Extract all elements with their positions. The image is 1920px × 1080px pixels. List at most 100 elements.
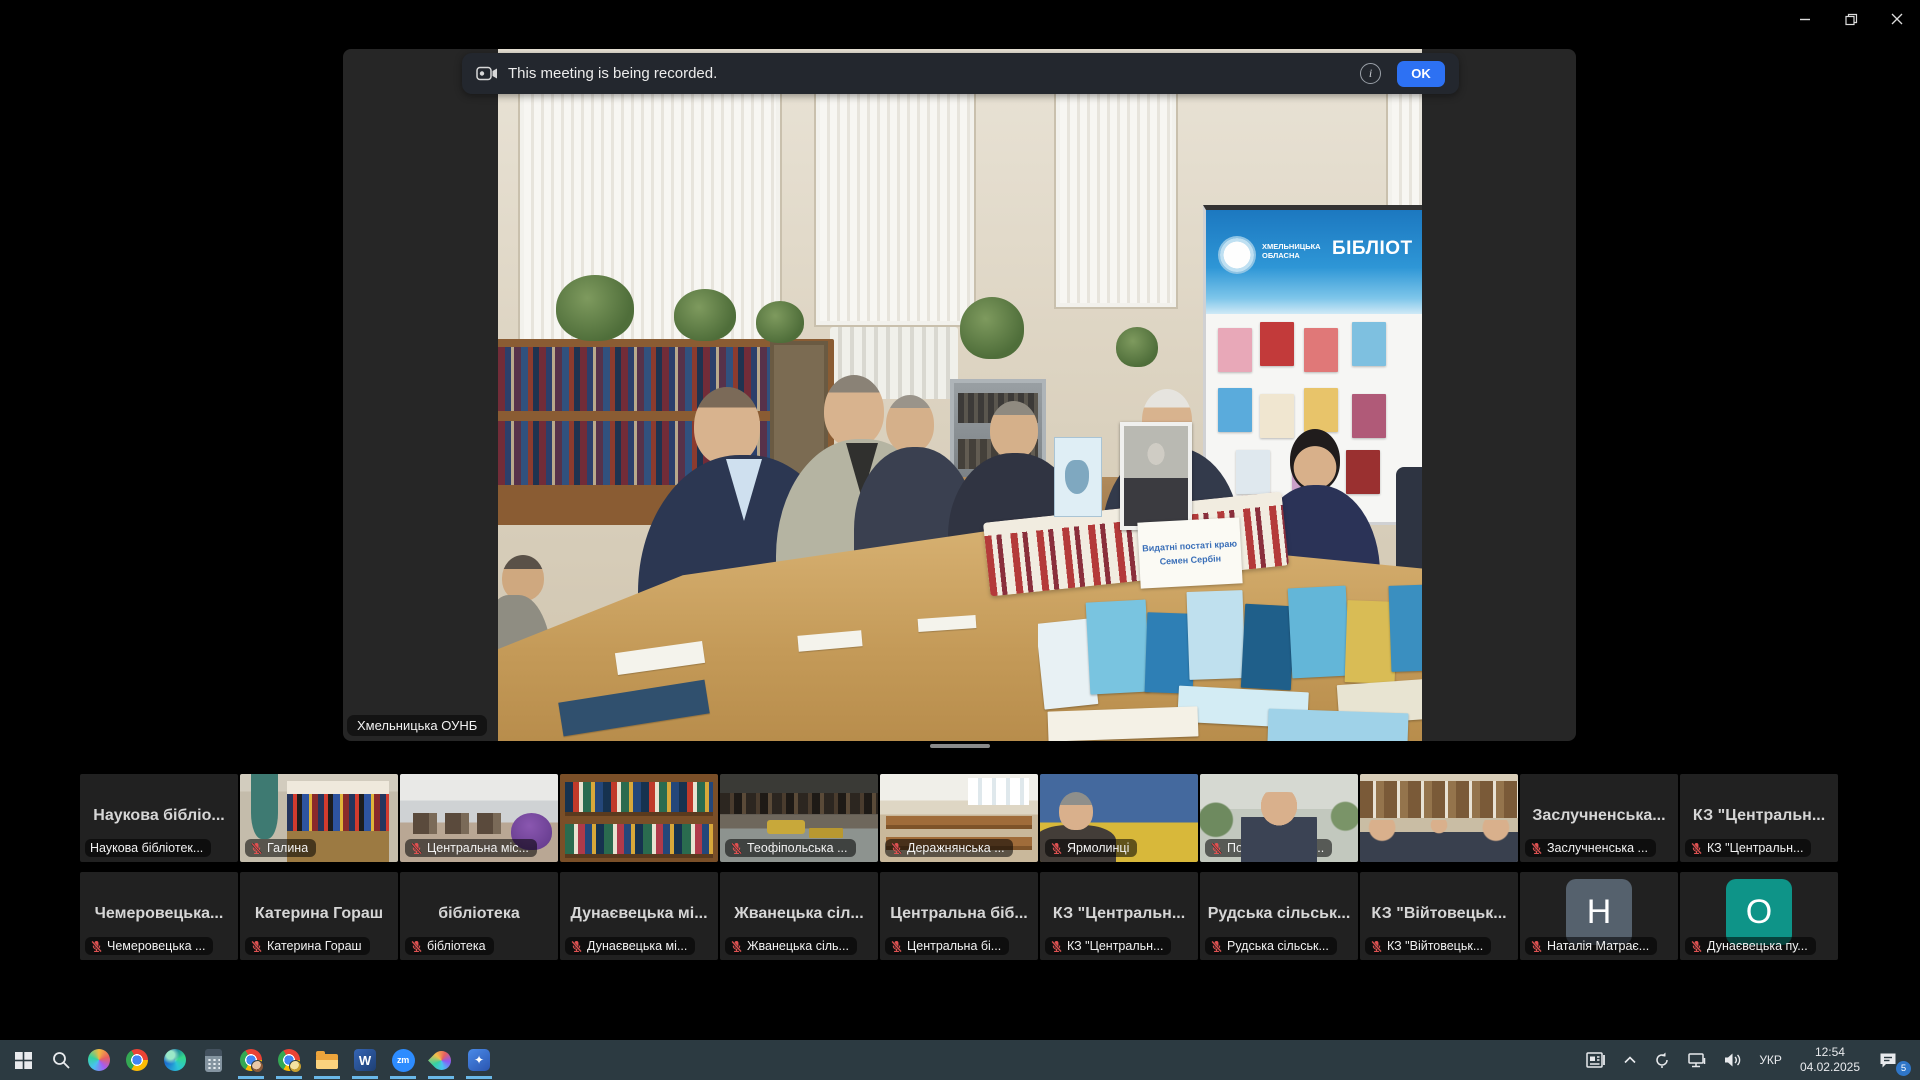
tray-chevron-up-icon[interactable] (1616, 1040, 1644, 1080)
muted-mic-icon (1530, 842, 1543, 855)
participant-name: Катерина Гораш (267, 939, 362, 953)
info-icon[interactable]: i (1360, 63, 1381, 84)
participant-name-large: бібліотека (400, 905, 558, 923)
participant-tile[interactable]: Чемеровецька...Чемеровецька ... (80, 872, 238, 960)
participant-tile[interactable]: Дунаєвецька мі...Дунаєвецька мі... (560, 872, 718, 960)
muted-mic-icon (1210, 842, 1223, 855)
restore-button[interactable] (1828, 0, 1874, 38)
avatar: О (1726, 879, 1792, 945)
participant-tile[interactable]: Заслучненська...Заслучненська ... (1520, 774, 1678, 862)
action-center-icon[interactable]: 5 (1871, 1040, 1912, 1080)
participant-name: Центральна бі... (907, 939, 1001, 953)
book-display (1038, 561, 1422, 741)
participant-tile[interactable]: Центральна міс... (400, 774, 558, 862)
participant-tile[interactable]: Галина (240, 774, 398, 862)
muted-mic-icon (410, 842, 423, 855)
participant-name: Дунаєвецька мі... (587, 939, 687, 953)
taskbar-chrome-profile-1-icon[interactable] (232, 1040, 270, 1080)
participant-name: Наталія Матрає... (1547, 939, 1649, 953)
system-tray: УКР 12:54 04.02.2025 5 (1578, 1040, 1920, 1080)
taskbar-start-icon[interactable] (4, 1040, 42, 1080)
taskbar-icons: Wzm ✦ (0, 1040, 498, 1080)
language-indicator[interactable]: УКР (1752, 1040, 1789, 1080)
muted-mic-icon (570, 842, 583, 855)
participant-name-label: КЗ "Центральн... (1045, 937, 1171, 955)
plant (674, 289, 736, 341)
clock[interactable]: 12:54 04.02.2025 (1791, 1040, 1869, 1080)
participant-tile[interactable]: Летичівська пу... (560, 774, 718, 862)
muted-mic-icon (1370, 940, 1383, 953)
plant (960, 297, 1024, 359)
taskbar-word-icon[interactable]: W (346, 1040, 384, 1080)
close-button[interactable] (1874, 0, 1920, 38)
participant-tile[interactable]: Деражнянська ... (880, 774, 1038, 862)
taskbar-file-explorer-icon[interactable] (308, 1040, 346, 1080)
participant-name: КЗ"Білогірська ... (1387, 841, 1485, 855)
taskbar-copilot-icon[interactable] (80, 1040, 118, 1080)
news-widget-icon[interactable] (1578, 1040, 1614, 1080)
participant-tile[interactable]: КЗ"Білогірська ... (1360, 774, 1518, 862)
participant-tile[interactable]: Наукова бібліо...Наукова бібліотек... (80, 774, 238, 862)
participant-name-label: КЗ "Війтовецьк... (1365, 937, 1491, 955)
sign-line1: Видатні постаті краю (1142, 539, 1237, 554)
participant-gallery-row-1: Наукова бібліо...Наукова бібліотек...Гал… (80, 774, 1838, 862)
minimize-button[interactable] (1782, 0, 1828, 38)
speaker-view-panel: ХМЕЛЬНИЦЬКА ОБЛАСНА БІБЛІОТ (343, 49, 1576, 741)
poster-organization: ХМЕЛЬНИЦЬКА ОБЛАСНА (1262, 242, 1328, 260)
plant (1116, 327, 1158, 367)
participant-tile[interactable]: КЗ "Війтовецьк...КЗ "Війтовецьк... (1360, 872, 1518, 960)
muted-mic-icon (250, 842, 263, 855)
taskbar-chrome-icon[interactable] (118, 1040, 156, 1080)
plant (556, 275, 634, 341)
tray-sync-icon[interactable] (1646, 1040, 1678, 1080)
muted-mic-icon (890, 842, 903, 855)
taskbar-edge-icon[interactable] (156, 1040, 194, 1080)
taskbar-photos-icon[interactable]: ✦ (460, 1040, 498, 1080)
taskbar-paint-icon[interactable] (422, 1040, 460, 1080)
participant-tile[interactable]: Рудська сільськ... Рудська сільськ... (1200, 872, 1358, 960)
participant-name: КЗ "Центральн... (1067, 939, 1163, 953)
participant-name: Чемеровецька ... (107, 939, 205, 953)
participant-tile[interactable]: КЗ "Центральн...КЗ "Центральн... (1680, 774, 1838, 862)
participant-tile[interactable]: ННаталія Матрає... (1520, 872, 1678, 960)
participant-name-label: Рудська сільськ... (1205, 937, 1337, 955)
participant-tile[interactable]: КЗ "Центральн...КЗ "Центральн... (1040, 872, 1198, 960)
participant-name: Жванецька сіль... (747, 939, 849, 953)
participant-name-large: Рудська сільськ... (1200, 905, 1358, 923)
taskbar-search-icon[interactable] (42, 1040, 80, 1080)
avatar: Н (1566, 879, 1632, 945)
participant-name: бібліотека (427, 939, 486, 953)
volume-icon[interactable] (1716, 1040, 1750, 1080)
participant-tile[interactable]: Центральна біб...Центральна бі... (880, 872, 1038, 960)
participant-tile[interactable]: бібліотека бібліотека (400, 872, 558, 960)
gallery-resize-handle[interactable] (930, 744, 990, 748)
muted-mic-icon (570, 940, 583, 953)
taskbar-chrome-profile-2-icon[interactable] (270, 1040, 308, 1080)
participant-tile[interactable]: Полонська ЦБ ... (1200, 774, 1358, 862)
speaker-video[interactable]: ХМЕЛЬНИЦЬКА ОБЛАСНА БІБЛІОТ (498, 49, 1422, 741)
participant-name-label: КЗ "Центральн... (1685, 839, 1811, 857)
recording-ok-button[interactable]: OK (1397, 61, 1445, 87)
participant-name-label: Центральна міс... (405, 839, 537, 857)
participant-tile[interactable]: Теофіпольська ... (720, 774, 878, 862)
participant-name-label: Деражнянська ... (885, 839, 1013, 857)
participant-tile[interactable]: Катерина ГорашКатерина Гораш (240, 872, 398, 960)
participant-tile[interactable]: ОДунаєвецька пу... (1680, 872, 1838, 960)
muted-mic-icon (90, 940, 103, 953)
participant-name: Наукова бібліотек... (90, 841, 203, 855)
participant-name: Теофіпольська ... (747, 841, 848, 855)
participant-tile[interactable]: Ярмолинці (1040, 774, 1198, 862)
participant-name: Дунаєвецька пу... (1707, 939, 1808, 953)
notification-badge: 5 (1895, 1060, 1912, 1077)
restore-icon (1845, 13, 1858, 26)
participant-tile[interactable]: Жванецька сіл...Жванецька сіль... (720, 872, 878, 960)
network-icon[interactable] (1680, 1040, 1714, 1080)
participant-name-label: Дунаєвецька пу... (1685, 937, 1816, 955)
muted-mic-icon (1050, 842, 1063, 855)
participant-name-label: Полонська ЦБ ... (1205, 839, 1332, 857)
taskbar-calculator-icon[interactable] (194, 1040, 232, 1080)
person (1290, 429, 1340, 491)
taskbar-zoom-icon[interactable]: zm (384, 1040, 422, 1080)
muted-mic-icon (730, 842, 743, 855)
participant-name: Летичівська пу... (587, 841, 681, 855)
